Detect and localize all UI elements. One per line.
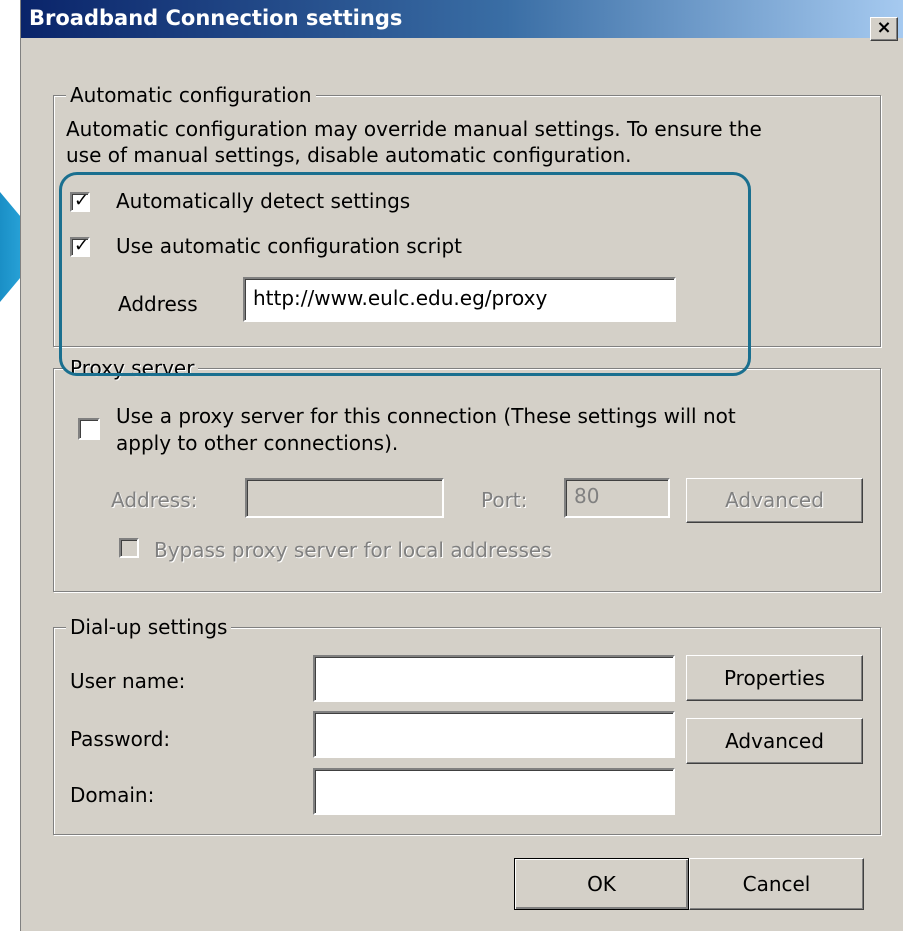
bypass-proxy-checkbox[interactable] [119,538,139,558]
dialup-advanced-button[interactable]: Advanced [686,718,863,764]
properties-label: Properties [723,666,826,690]
proxy-advanced-button[interactable]: Advanced [686,478,863,523]
annotation-highlight-box [59,172,751,376]
broadband-settings-dialog: Broadband Connection settings × Automati… [20,0,903,931]
proxy-address-input[interactable] [245,478,444,518]
cancel-label: Cancel [742,872,811,896]
bypass-proxy-label[interactable]: Bypass proxy server for local addresses [154,538,552,562]
title-bar: Broadband Connection settings × [21,0,903,41]
dialup-settings-legend: Dial-up settings [66,615,232,639]
cancel-button[interactable]: Cancel [689,858,864,910]
ok-label: OK [587,872,616,896]
use-proxy-label-line1[interactable]: Use a proxy server for this connection (… [116,404,736,428]
username-label: User name: [70,669,186,693]
use-proxy-checkbox[interactable] [78,418,100,440]
ok-button[interactable]: OK [514,858,689,910]
use-proxy-label-line2[interactable]: apply to other connections). [116,431,398,455]
automatic-configuration-legend: Automatic configuration [66,83,316,107]
domain-label: Domain: [70,783,155,807]
password-label: Password: [70,727,171,751]
proxy-port-label: Port: [481,488,528,512]
password-input[interactable] [313,711,675,758]
window-title: Broadband Connection settings [29,6,403,30]
dialup-advanced-label: Advanced [725,729,824,753]
auto-config-description-line1: Automatic configuration may override man… [66,117,762,141]
proxy-port-input[interactable]: 80 [564,478,670,518]
proxy-advanced-label: Advanced [725,488,824,512]
close-icon: × [876,17,892,38]
proxy-address-label: Address: [111,488,198,512]
properties-button[interactable]: Properties [686,655,863,701]
domain-input[interactable] [313,768,675,815]
auto-config-description-line2: use of manual settings, disable automati… [66,143,632,167]
close-button[interactable]: × [870,17,898,41]
username-input[interactable] [313,655,675,702]
